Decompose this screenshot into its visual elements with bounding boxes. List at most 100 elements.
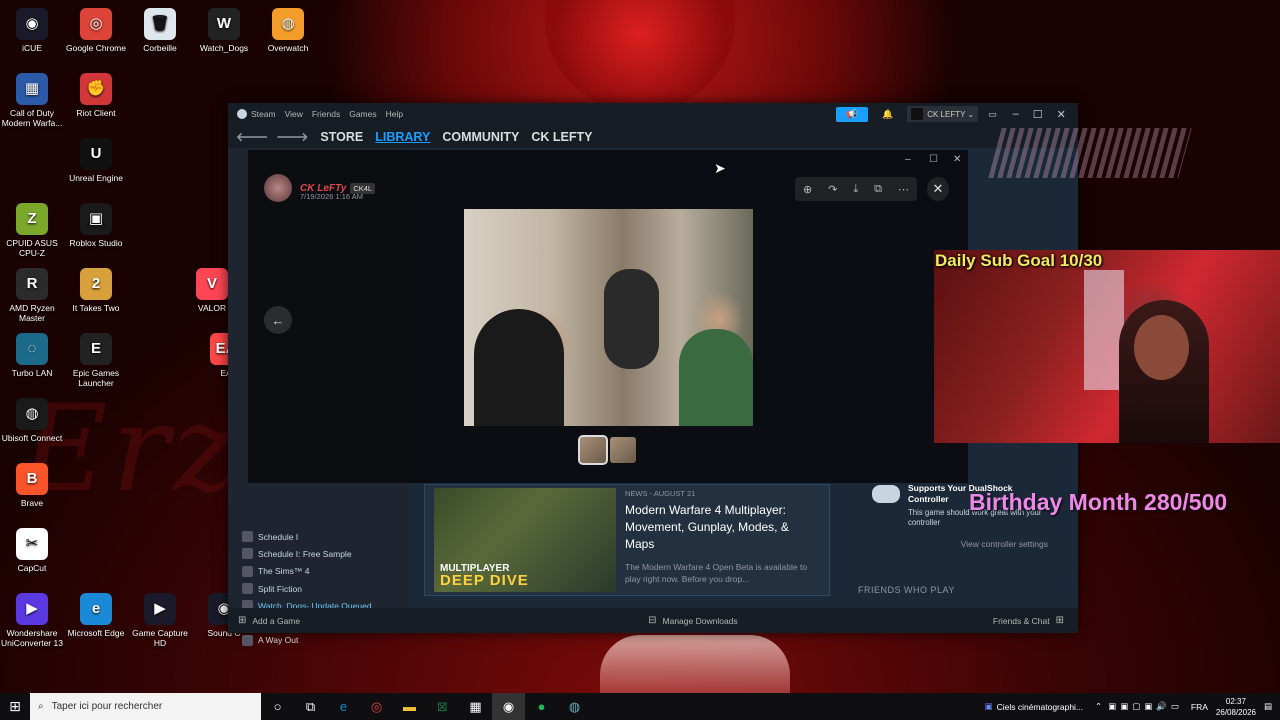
language-indicator[interactable]: FRA <box>1191 702 1208 712</box>
edge-taskbar-icon[interactable]: e <box>327 693 360 720</box>
obs-taskbar-icon[interactable]: ◉ <box>492 693 525 720</box>
viewer-maximize-button[interactable]: ☐ <box>929 154 938 165</box>
desktop-icon-unreal-engine[interactable]: U Unreal Engine <box>64 138 128 183</box>
steam-bottom-bar: ⊞ Add a Game ⊟ Manage Downloads Friends … <box>228 608 1078 633</box>
tab-community[interactable]: COMMUNITY <box>442 130 519 144</box>
desktop-icon-cpuid-asus-cpu-z[interactable]: Z CPUID ASUS CPU-Z <box>0 203 64 258</box>
account-menu[interactable]: CK LEFTY ⌄ <box>907 106 979 122</box>
desktop-icon-corbeille[interactable]: 🗑 Corbeille <box>128 8 192 53</box>
task-view-icon[interactable]: ⧉ <box>294 693 327 720</box>
file-explorer-icon[interactable]: ▬ <box>393 693 426 720</box>
excel-taskbar-icon[interactable]: ⊠ <box>426 693 459 720</box>
game-icon <box>242 583 253 595</box>
desktop-icon-capcut[interactable]: ✂ CapCut <box>0 528 64 573</box>
desktop-icon-amd-ryzen-master[interactable]: R AMD Ryzen Master <box>0 268 64 323</box>
desktop-icon-game-capture-hd[interactable]: ▶ Game Capture HD <box>128 593 192 648</box>
thumbnail-1[interactable] <box>578 435 608 465</box>
open-external-icon[interactable]: ⧉ <box>874 183 882 196</box>
friends-add-icon[interactable]: ⊞ <box>1056 615 1064 626</box>
desktop-icon-microsoft-edge[interactable]: e Microsoft Edge <box>64 593 128 638</box>
desktop-icon-it-takes-two[interactable]: 2 It Takes Two <box>64 268 128 313</box>
steam-taskbar-icon[interactable]: ◍ <box>558 693 591 720</box>
menu-steam[interactable]: Steam <box>251 109 276 119</box>
desktop-icon-epic-games-launcher[interactable]: E Epic Games Launcher <box>64 333 128 388</box>
tray-icons[interactable]: ▣▣▢▣🔊▭ <box>1108 701 1183 712</box>
library-item[interactable]: Schedule I: Free Sample <box>242 545 372 562</box>
desktop-icon-label: AMD Ryzen Master <box>9 303 55 323</box>
desktop-icon-google-chrome[interactable]: ◎ Google Chrome <box>64 8 128 53</box>
spotify-taskbar-icon[interactable]: ● <box>525 693 558 720</box>
viewer-author: CK LeFTy CK4L 7/19/2026 1:16 AM <box>264 174 376 202</box>
image-viewer: – ☐ ✕ CK LeFTy CK4L 7/19/2026 1:16 AM ⊕ … <box>248 150 968 483</box>
minimize-button[interactable]: – <box>1013 108 1019 120</box>
maximize-button[interactable]: ☐ <box>1033 108 1043 121</box>
desktop-icon-ubisoft-connect[interactable]: ◍ Ubisoft Connect <box>0 398 64 443</box>
library-item[interactable]: Schedule I <box>242 528 372 545</box>
desktop-icon-overwatch[interactable]: ◍ Overwatch <box>256 8 320 53</box>
manage-downloads-button[interactable]: Manage Downloads <box>663 616 738 626</box>
tab-store[interactable]: STORE <box>320 130 363 144</box>
steam-nav: 🡐 🡒 STORE LIBRARY COMMUNITY CK LEFTY <box>228 125 1078 148</box>
game-icon <box>242 531 253 543</box>
desktop-icon-icue[interactable]: ◉ iCUE <box>0 8 64 53</box>
download-icon[interactable]: ⤓ <box>853 183 858 196</box>
menu-view[interactable]: View <box>285 109 303 119</box>
windows-start-button[interactable]: ⊞ <box>0 693 30 720</box>
app-icon: ▶ <box>16 593 48 625</box>
menu-games[interactable]: Games <box>349 109 376 119</box>
back-arrow-icon[interactable]: 🡐 <box>236 129 268 144</box>
forward-arrow-icon[interactable]: 🡒 <box>276 129 308 144</box>
friends-who-play-heading: FRIENDS WHO PLAY <box>858 585 955 595</box>
friends-chat-button[interactable]: Friends & Chat <box>993 616 1050 626</box>
gamepad-icon <box>872 485 900 503</box>
big-picture-icon[interactable]: ▭ <box>988 109 997 120</box>
weather-text[interactable]: Ciels cinématographi... <box>997 702 1083 712</box>
library-item[interactable]: The Sims™ 4 <box>242 563 372 580</box>
app-icon: ◌ <box>16 333 48 365</box>
chrome-taskbar-icon[interactable]: ◎ <box>360 693 393 720</box>
viewer-minimize-button[interactable]: – <box>905 154 911 165</box>
game-icon <box>242 565 253 577</box>
notifications-bell-icon[interactable]: 🔔 <box>882 109 893 120</box>
downloads-icon: ⊟ <box>648 615 657 626</box>
desktop-icon-wondershare-uniconverter-13[interactable]: ▶ Wondershare UniConverter 13 <box>0 593 64 648</box>
desktop-icon-turbo-lan[interactable]: ◌ Turbo LAN <box>0 333 64 378</box>
cortana-icon[interactable]: ○ <box>261 693 294 720</box>
menu-friends[interactable]: Friends <box>312 109 340 119</box>
app-icon: e <box>80 593 112 625</box>
search-icon: ⌕ <box>38 701 44 712</box>
account-avatar <box>911 108 924 120</box>
desktop-icon-brave[interactable]: B Brave <box>0 463 64 508</box>
controller-settings-link[interactable]: View controller settings <box>961 539 1048 549</box>
notification-center-icon[interactable]: ▤ <box>1264 701 1272 712</box>
zoom-icon[interactable]: ⊕ <box>803 183 812 196</box>
desktop-icon-riot-client[interactable]: ✊ Riot Client <box>64 73 128 118</box>
viewer-close-window-button[interactable]: ✕ <box>953 154 961 165</box>
news-card[interactable]: MULTIPLAYER DEEP DIVE NEWS - AUGUST 21 M… <box>424 484 830 596</box>
app-taskbar-icon[interactable]: ▦ <box>459 693 492 720</box>
thumbnail-2[interactable] <box>610 437 636 463</box>
tab-profile[interactable]: CK LEFTY <box>531 130 592 144</box>
viewer-toolbar: ⊕ ↷ ⤓ ⧉ ⋯ <box>795 177 917 201</box>
announce-button[interactable]: 📢 <box>836 106 868 122</box>
add-game-button[interactable]: Add a Game <box>252 616 300 626</box>
wallpaper-figure <box>545 0 735 110</box>
desktop-icon-call-of-duty-modern-warfa[interactable]: ▦ Call of Duty Modern Warfa... <box>0 73 64 128</box>
clock[interactable]: 02:37 26/08/2026 <box>1216 696 1256 718</box>
desktop-icon-label: CPUID ASUS CPU-Z <box>6 238 58 258</box>
library-item[interactable]: Split Fiction <box>242 580 372 597</box>
taskbar-search[interactable]: ⌕ Taper ici pour rechercher <box>30 693 261 720</box>
news-description: The Modern Warfare 4 Open Beta is availa… <box>625 562 808 584</box>
desktop-icon-roblox-studio[interactable]: ▣ Roblox Studio <box>64 203 128 248</box>
previous-image-button[interactable]: ← <box>264 306 292 334</box>
tab-library[interactable]: LIBRARY <box>375 130 430 144</box>
close-button[interactable]: ✕ <box>1057 108 1066 121</box>
tray-chevron-icon[interactable]: ⌃ <box>1095 701 1102 712</box>
library-item[interactable]: A Way Out <box>242 632 372 649</box>
avatar[interactable] <box>264 174 292 202</box>
more-icon[interactable]: ⋯ <box>898 183 909 196</box>
menu-help[interactable]: Help <box>386 109 403 119</box>
share-icon[interactable]: ↷ <box>828 183 837 196</box>
desktop-icon-watch-dogs[interactable]: W Watch_Dogs <box>192 8 256 53</box>
viewer-close-button[interactable]: ✕ <box>927 177 949 201</box>
